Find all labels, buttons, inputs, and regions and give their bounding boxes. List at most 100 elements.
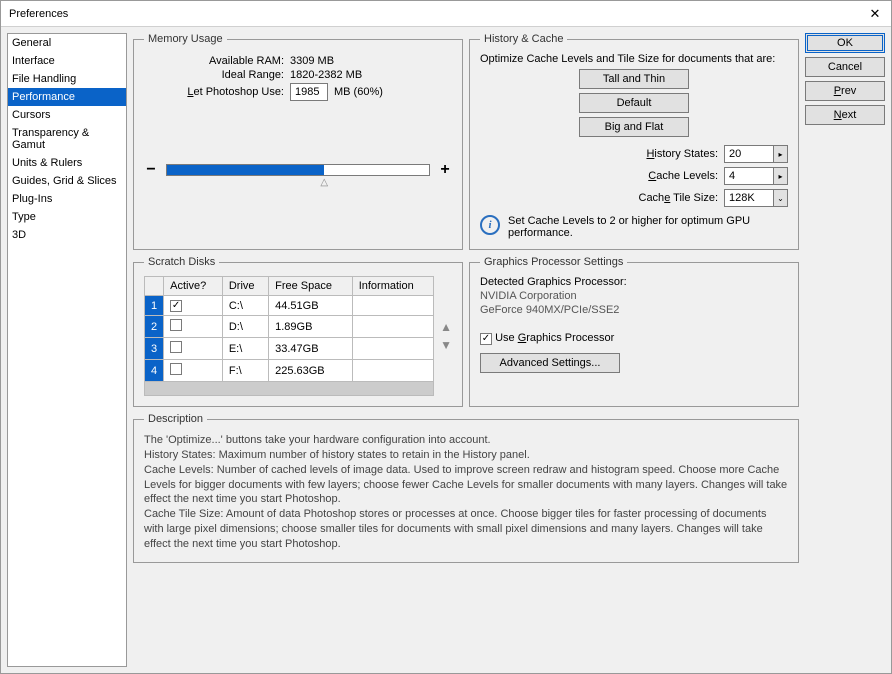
row-number: 4 <box>145 360 164 382</box>
row-free: 33.47GB <box>269 338 353 360</box>
desc-line-1: The 'Optimize...' buttons take your hard… <box>144 433 788 448</box>
sidebar-item-units-rulers[interactable]: Units & Rulers <box>8 154 126 172</box>
slider-minus-button[interactable]: − <box>144 161 158 179</box>
col-info: Information <box>352 277 433 296</box>
memory-suffix: MB (60%) <box>334 86 383 98</box>
history-states-label: History States: <box>646 148 718 160</box>
dialog-buttons: OK Cancel Prev Next <box>805 33 885 250</box>
ideal-range-label: Ideal Range: <box>144 69 284 81</box>
cache-levels-input[interactable]: 4 <box>724 167 774 185</box>
row-free: 44.51GB <box>269 296 353 316</box>
sidebar: GeneralInterfaceFile HandlingPerformance… <box>7 33 127 667</box>
memory-usage-group: Memory Usage Available RAM: 3309 MB Idea… <box>133 33 463 250</box>
table-row[interactable]: 2 D:\1.89GB <box>145 316 434 338</box>
scratch-disks-group: Scratch Disks Active? Drive Free Space I… <box>133 256 463 407</box>
row-drive: F:\ <box>222 360 268 382</box>
gpu-settings-group: Graphics Processor Settings Detected Gra… <box>469 256 799 407</box>
row-drive: E:\ <box>222 338 268 360</box>
slider-plus-button[interactable]: + <box>438 161 452 179</box>
gpu-vendor: NVIDIA Corporation <box>480 290 788 302</box>
desc-line-4: Cache Tile Size: Amount of data Photosho… <box>144 507 788 552</box>
history-states-input[interactable]: 20 <box>724 145 774 163</box>
description-group: Description The 'Optimize...' buttons ta… <box>133 413 799 563</box>
default-button[interactable]: Default <box>579 93 689 113</box>
available-ram-label: Available RAM: <box>144 55 284 67</box>
sidebar-item-cursors[interactable]: Cursors <box>8 106 126 124</box>
row-drive: D:\ <box>222 316 268 338</box>
sidebar-item-type[interactable]: Type <box>8 208 126 226</box>
row-info <box>352 338 433 360</box>
desc-line-2: History States: Maximum number of histor… <box>144 448 788 463</box>
tall-thin-button[interactable]: Tall and Thin <box>579 69 689 89</box>
big-flat-button[interactable]: Big and Flat <box>579 117 689 137</box>
close-icon[interactable]: ✕ <box>867 6 883 22</box>
sidebar-item-transparency-gamut[interactable]: Transparency & Gamut <box>8 124 126 154</box>
memory-input[interactable]: 1985 <box>290 83 328 101</box>
col-drive: Drive <box>222 277 268 296</box>
info-icon: i <box>480 215 500 235</box>
ideal-range-value: 1820-2382 MB <box>290 69 362 81</box>
col-free: Free Space <box>269 277 353 296</box>
advanced-settings-button[interactable]: Advanced Settings... <box>480 353 620 373</box>
desc-line-3: Cache Levels: Number of cached levels of… <box>144 463 788 508</box>
col-active: Active? <box>164 277 223 296</box>
table-row[interactable]: 4 F:\225.63GB <box>145 360 434 382</box>
row-info <box>352 296 433 316</box>
cancel-button[interactable]: Cancel <box>805 57 885 77</box>
memory-legend: Memory Usage <box>144 33 227 45</box>
row-free: 1.89GB <box>269 316 353 338</box>
row-drive: C:\ <box>222 296 268 316</box>
scratch-legend: Scratch Disks <box>144 256 219 268</box>
history-states-stepper[interactable]: ▸ <box>774 145 788 163</box>
row-active-cell[interactable] <box>164 316 223 338</box>
cache-tile-label: Cache Tile Size: <box>639 192 719 204</box>
description-legend: Description <box>144 413 207 425</box>
active-checkbox[interactable] <box>170 341 182 353</box>
move-down-button[interactable]: ▼ <box>440 338 452 352</box>
sidebar-item-plug-ins[interactable]: Plug-Ins <box>8 190 126 208</box>
row-active-cell[interactable] <box>164 338 223 360</box>
cache-levels-stepper[interactable]: ▸ <box>774 167 788 185</box>
cache-tile-select[interactable]: 128K <box>724 189 774 207</box>
use-gpu-checkbox[interactable]: ✓ <box>480 333 492 345</box>
prev-button[interactable]: Prev <box>805 81 885 101</box>
cache-tile-dropdown-icon[interactable]: ⌄ <box>774 189 788 207</box>
ok-button[interactable]: OK <box>805 33 885 53</box>
table-row[interactable]: 1✓C:\44.51GB <box>145 296 434 316</box>
cache-info-text: Set Cache Levels to 2 or higher for opti… <box>508 215 788 239</box>
history-cache-group: History & Cache Optimize Cache Levels an… <box>469 33 799 250</box>
scratch-tbody: 1✓C:\44.51GB2D:\1.89GB3E:\33.47GB4F:\225… <box>145 296 434 396</box>
slider-fill <box>167 165 324 175</box>
row-number: 2 <box>145 316 164 338</box>
row-active-cell[interactable] <box>164 360 223 382</box>
row-info <box>352 360 433 382</box>
table-row[interactable]: 3 E:\33.47GB <box>145 338 434 360</box>
let-use-label: Let Photoshop Use: <box>187 86 284 98</box>
optimize-text: Optimize Cache Levels and Tile Size for … <box>480 53 788 65</box>
scratch-disks-table: Active? Drive Free Space Information 1✓C… <box>144 276 434 396</box>
detected-gpu-label: Detected Graphics Processor: <box>480 276 788 288</box>
window-title: Preferences <box>9 8 867 20</box>
sidebar-item-performance[interactable]: Performance <box>8 88 126 106</box>
row-info <box>352 316 433 338</box>
active-checkbox[interactable]: ✓ <box>170 300 182 312</box>
active-checkbox[interactable] <box>170 319 182 331</box>
use-gpu-label: Use Graphics Processor <box>495 332 614 344</box>
slider-thumb-icon[interactable]: △ <box>320 177 328 188</box>
sidebar-item-general[interactable]: General <box>8 34 126 52</box>
active-checkbox[interactable] <box>170 363 182 375</box>
cache-levels-label: Cache Levels: <box>648 170 718 182</box>
next-button[interactable]: Next <box>805 105 885 125</box>
available-ram-value: 3309 MB <box>290 55 334 67</box>
row-active-cell[interactable]: ✓ <box>164 296 223 316</box>
move-up-button[interactable]: ▲ <box>440 320 452 334</box>
sidebar-item-3d[interactable]: 3D <box>8 226 126 244</box>
row-free: 225.63GB <box>269 360 353 382</box>
sidebar-item-interface[interactable]: Interface <box>8 52 126 70</box>
gpu-model: GeForce 940MX/PCIe/SSE2 <box>480 304 788 316</box>
row-number: 3 <box>145 338 164 360</box>
history-legend: History & Cache <box>480 33 567 45</box>
sidebar-item-guides-grid-slices[interactable]: Guides, Grid & Slices <box>8 172 126 190</box>
memory-slider[interactable]: △ <box>166 164 430 176</box>
sidebar-item-file-handling[interactable]: File Handling <box>8 70 126 88</box>
